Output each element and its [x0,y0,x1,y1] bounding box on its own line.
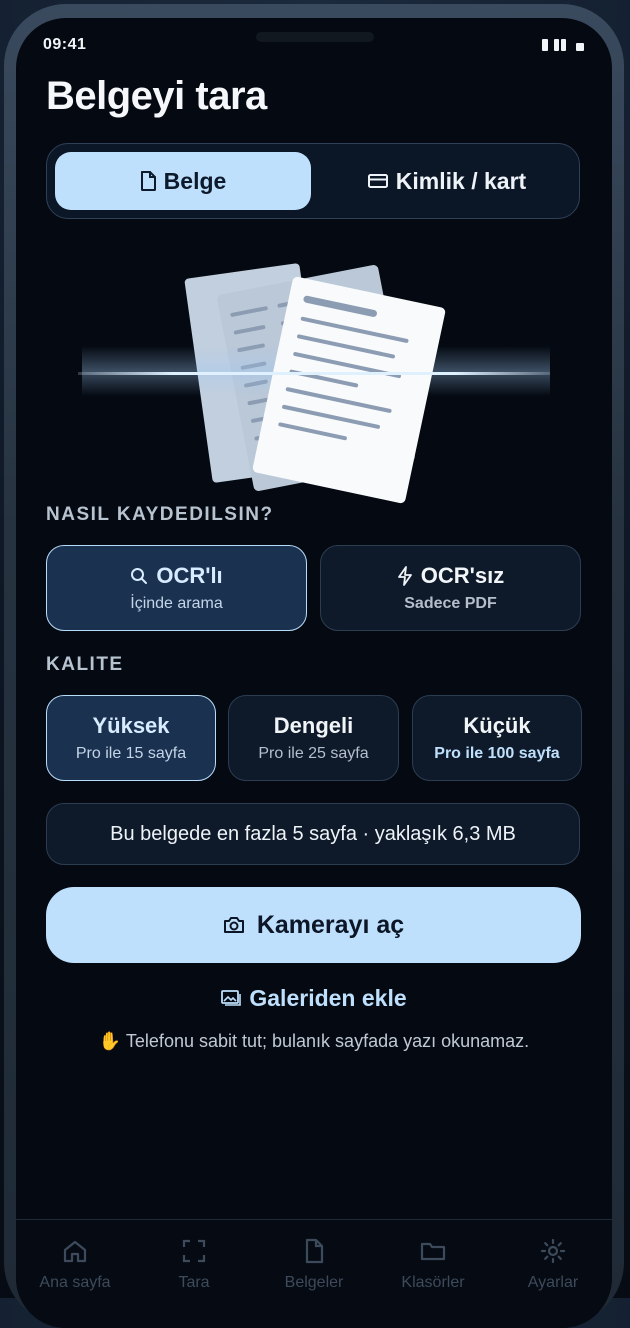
tabbar-item-settings-label: Ayarlar [527,1274,579,1291]
option-ocr[interactable]: OCR'lı İçinde arama [46,545,307,631]
tabbar-item-settings[interactable]: Ayarlar [498,1238,608,1292]
gallery-icon [221,990,242,1006]
tabbar-item-home[interactable]: Ana sayfa [20,1238,130,1292]
tabbar-item-documents[interactable]: Belgeler [259,1238,369,1292]
hint-text: ✋ Telefonu sabit tut; bulanık sayfada ya… [98,1031,530,1051]
quality-small-title: Küçük [463,713,531,738]
tab-document-label: Belge [163,167,227,194]
option-ocr-title: OCR'lı [156,563,223,588]
quality-small[interactable]: Küçük Pro ile 100 sayfa [412,695,582,781]
lightning-icon [397,566,412,586]
save-section-label: NASIL KAYDEDILSIN? [46,504,274,525]
tab-id-card[interactable]: Kimlik / kart [319,152,575,210]
home-icon [63,1240,87,1263]
tab-document[interactable]: Belge [55,152,311,210]
add-from-gallery-link[interactable]: Galeriden ekle [16,983,612,1013]
quality-section-label: KALITE [46,654,124,675]
status-icons [542,39,584,51]
tabbar-item-folders[interactable]: Klasörler [378,1238,488,1292]
page-limit-info: Bu belgede en fazla 5 sayfa · yaklaşık 6… [46,803,580,865]
option-no-ocr-title: OCR'sız [420,563,505,588]
quality-high[interactable]: Yüksek Pro ile 15 sayfa [46,695,216,781]
gear-icon [540,1238,566,1264]
tabbar-item-scan[interactable]: Tara [139,1238,249,1292]
tabbar-item-folders-label: Klasörler [401,1274,465,1291]
quality-small-subtitle: Pro ile 100 sayfa [434,745,560,762]
option-no-ocr-title-row: OCR'sız [397,563,504,589]
tabbar-item-documents-label: Belgeler [284,1274,344,1291]
document-icon [305,1238,324,1264]
wifi-icon [554,39,566,51]
mode-segmented-control: Belge Kimlik / kart [46,143,580,219]
scan-illustration [78,263,550,504]
option-no-ocr-subtitle: Sadece PDF [404,595,497,612]
quality-high-title: Yüksek [92,713,170,738]
quality-balanced-subtitle: Pro ile 25 sayfa [258,745,369,762]
option-no-ocr[interactable]: OCR'sız Sadece PDF [320,545,581,631]
tabbar-item-scan-label: Tara [178,1274,210,1291]
quality-balanced-title: Dengeli [273,713,354,738]
document-icon [140,171,156,191]
scan-beam [78,372,550,375]
status-time: 09:41 [43,36,87,53]
signal-icon [542,39,548,51]
phone-frame: 09:41 Belgeyi tara Belge Kimlik / kart N… [4,4,624,1328]
camera-icon [223,917,244,933]
option-ocr-subtitle: İçinde arama [130,595,223,612]
open-camera-label: Kamerayı aç [256,910,405,939]
page-limit-info-text: Bu belgede en fazla 5 sayfa · yaklaşık 6… [110,822,516,845]
speaker-notch [256,32,374,42]
option-ocr-title-row: OCR'lı [130,563,223,589]
id-card-icon [367,174,388,188]
screen: 09:41 Belgeyi tara Belge Kimlik / kart N… [16,18,612,1328]
tabbar-item-home-label: Ana sayfa [39,1274,111,1291]
folder-icon [420,1242,446,1261]
tab-id-card-label: Kimlik / kart [395,167,527,194]
quality-high-subtitle: Pro ile 15 sayfa [75,745,187,762]
scan-icon [182,1239,206,1263]
open-camera-button[interactable]: Kamerayı aç [46,887,581,963]
quality-balanced[interactable]: Dengeli Pro ile 25 sayfa [228,695,399,781]
bottom-tab-bar: Ana sayfa Tara Belgeler Klasörler Ayarla… [16,1219,612,1328]
add-from-gallery-label: Galeriden ekle [249,984,407,1011]
search-icon [131,568,148,584]
battery-icon [576,43,584,51]
page-title: Belgeyi tara [46,74,267,118]
